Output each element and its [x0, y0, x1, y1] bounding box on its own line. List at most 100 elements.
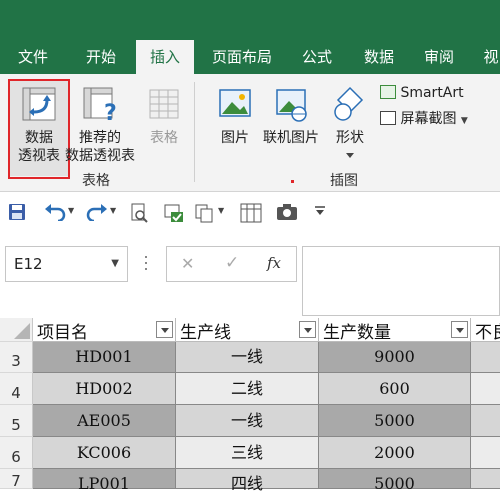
name-box[interactable]: E12 ▼	[5, 246, 128, 282]
chevron-down-icon: ▼	[460, 116, 468, 126]
svg-text:?: ?	[104, 101, 117, 124]
header-label: 生产线	[180, 323, 231, 343]
table-cell[interactable]: 9000	[319, 342, 471, 373]
smartart-button[interactable]: SmartArt	[380, 84, 498, 102]
picture-icon	[219, 89, 251, 117]
screenshot-label: 屏幕截图	[400, 111, 457, 127]
worksheet: 项目名 生产线 生产数量 不良 3 HD001 一线 9000 4 HD002 …	[0, 318, 500, 493]
copy-icon[interactable]	[194, 203, 214, 223]
ribbon-insert: 数据 透视表 ? 推荐的 数据透视表 表格 表格 图片 联机图片 形状 Smar…	[0, 74, 500, 192]
header-label: 项目名	[37, 323, 88, 343]
table-cell[interactable]: LP001	[33, 469, 176, 493]
undo-dropdown-icon[interactable]: ▼	[68, 206, 74, 215]
tab-page-layout[interactable]: 页面布局	[204, 40, 280, 74]
header-cell-project[interactable]: 项目名	[33, 318, 176, 343]
enter-icon[interactable]: ✓	[225, 253, 239, 273]
table-cell[interactable]: 2000	[319, 437, 471, 469]
header-label: 不良	[475, 323, 500, 343]
recommended-pivot-label-1: 推荐的	[79, 130, 121, 146]
header-cell-defect[interactable]: 不良	[471, 318, 500, 343]
table-cell[interactable]: 600	[319, 373, 471, 405]
table-cell[interactable]: 5000	[319, 469, 471, 493]
formula-bar: E12 ▼ ✕ ✓ fx	[0, 232, 500, 316]
table-cell[interactable]	[471, 405, 500, 437]
cancel-icon[interactable]: ✕	[181, 254, 194, 273]
title-bar	[0, 0, 500, 40]
chevron-down-icon	[346, 153, 354, 158]
form-icon[interactable]	[240, 203, 262, 223]
recommended-pivot-button[interactable]: ? 推荐的 数据透视表	[62, 80, 138, 165]
tab-insert[interactable]: 插入	[136, 40, 194, 74]
table-cell[interactable]: 三线	[176, 437, 319, 469]
table-cell[interactable]: AE005	[33, 405, 176, 437]
format-painter-icon[interactable]	[163, 203, 185, 223]
table-cell[interactable]	[471, 437, 500, 469]
header-cell-line[interactable]: 生产线	[176, 318, 319, 343]
table-cell[interactable]: 一线	[176, 342, 319, 373]
filter-dropdown-icon[interactable]	[299, 321, 316, 338]
header-cell-qty[interactable]: 生产数量	[319, 318, 471, 343]
smartart-icon	[380, 85, 396, 99]
ribbon-tabs: 文件 开始 插入 页面布局 公式 数据 审阅 视	[0, 40, 500, 74]
undo-icon[interactable]	[44, 203, 66, 221]
recommended-pivot-icon: ?	[83, 87, 117, 126]
table-cell[interactable]	[471, 342, 500, 373]
table-cell[interactable]	[471, 373, 500, 405]
header-label: 生产数量	[323, 323, 391, 343]
shapes-icon	[334, 86, 364, 121]
row-number[interactable]: 4	[0, 373, 33, 405]
illustrations-group-label: 插图	[330, 173, 358, 189]
drag-handle[interactable]	[145, 252, 148, 278]
tab-file[interactable]: 文件	[8, 40, 58, 74]
picture-button[interactable]: 图片	[210, 80, 260, 147]
chevron-down-icon[interactable]: ▼	[111, 247, 119, 281]
tables-group-label: 表格	[82, 173, 110, 189]
redo-dropdown-icon[interactable]: ▼	[110, 206, 116, 215]
highlight-box	[8, 79, 70, 179]
tab-data[interactable]: 数据	[354, 40, 404, 74]
insert-function-icon[interactable]: fx	[267, 254, 281, 272]
smartart-label: SmartArt	[400, 85, 464, 101]
customize-toolbar-icon[interactable]	[314, 206, 326, 216]
table-label: 表格	[150, 130, 178, 146]
filter-dropdown-icon[interactable]	[156, 321, 173, 338]
online-picture-label: 联机图片	[263, 130, 319, 146]
table-cell[interactable]: 5000	[319, 405, 471, 437]
table-cell[interactable]: HD001	[33, 342, 176, 373]
row-number[interactable]: 3	[0, 342, 33, 373]
copy-dropdown-icon[interactable]: ▼	[218, 206, 224, 215]
tab-formulas[interactable]: 公式	[292, 40, 342, 74]
online-picture-button[interactable]: 联机图片	[260, 80, 322, 147]
table-cell[interactable]: 二线	[176, 373, 319, 405]
online-picture-icon	[276, 89, 307, 122]
table-cell[interactable]: 四线	[176, 469, 319, 493]
row-number[interactable]: 7	[0, 469, 33, 490]
screenshot-button[interactable]: 屏幕截图 ▼	[380, 110, 498, 130]
save-icon[interactable]	[8, 203, 26, 221]
quick-access-toolbar: ▼ ▼ ▼	[0, 192, 500, 232]
select-all-corner[interactable]	[0, 318, 33, 342]
picture-label: 图片	[221, 130, 249, 146]
table-cell[interactable]: HD002	[33, 373, 176, 405]
table-button[interactable]: 表格	[142, 80, 186, 147]
redo-icon[interactable]	[86, 203, 108, 221]
recommended-pivot-label-2: 数据透视表	[65, 148, 135, 164]
table-cell[interactable]	[471, 469, 500, 489]
formula-input[interactable]	[302, 246, 500, 316]
tab-review[interactable]: 审阅	[414, 40, 464, 74]
formula-buttons: ✕ ✓ fx	[166, 246, 297, 282]
shapes-button[interactable]: 形状	[328, 80, 372, 165]
select-all-icon	[14, 323, 30, 339]
camera-icon[interactable]	[276, 203, 298, 221]
table-icon	[149, 89, 179, 119]
shapes-label: 形状	[336, 130, 364, 146]
tab-view[interactable]: 视	[476, 40, 500, 74]
table-cell[interactable]: KC006	[33, 437, 176, 469]
table-cell[interactable]: 一线	[176, 405, 319, 437]
tab-home[interactable]: 开始	[74, 40, 128, 74]
filter-dropdown-icon[interactable]	[451, 321, 468, 338]
print-preview-icon[interactable]	[130, 203, 148, 223]
row-number[interactable]: 5	[0, 405, 33, 437]
group-divider	[194, 82, 195, 182]
row-number[interactable]: 6	[0, 437, 33, 469]
